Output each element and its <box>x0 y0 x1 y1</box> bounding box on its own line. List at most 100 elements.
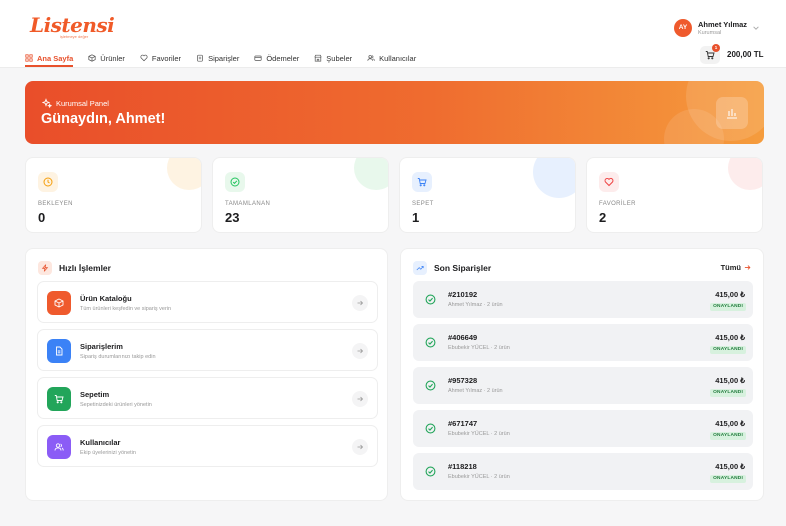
avatar: AY <box>674 19 692 37</box>
lightning-icon <box>41 264 49 272</box>
arrow-right-icon[interactable] <box>352 295 368 311</box>
heart-icon <box>140 54 148 62</box>
nav-item-orders[interactable]: Siparişler <box>196 50 254 66</box>
stat-value: 2 <box>599 210 607 225</box>
arrow-right-icon[interactable] <box>352 391 368 407</box>
stat-icon-tile <box>225 172 245 192</box>
order-meta: Ebubekir YÜCEL · 2 ürün <box>448 345 510 351</box>
status-badge: ONAYLANDI <box>710 389 746 397</box>
order-meta: Ebubekir YÜCEL · 2 ürün <box>448 431 510 437</box>
quick-action-title: Ürün Kataloğu <box>80 294 132 303</box>
clock-icon <box>43 177 53 187</box>
arrow-right-icon[interactable] <box>352 439 368 455</box>
cart-summary[interactable]: 1 200,00 TL <box>700 44 772 64</box>
stat-label: FAVORİLER <box>599 201 636 207</box>
main-nav: Ana Sayfa Ürünler Favoriler Siparişler Ö… <box>25 50 431 68</box>
stat-decoration <box>167 158 201 190</box>
order-row[interactable]: #210192 Ahmet Yılmaz · 2 ürün 415,00 ₺ O… <box>413 281 753 318</box>
trending-up-icon <box>416 266 424 271</box>
user-name: Ahmet Yılmaz <box>698 20 748 29</box>
user-role: Kurumsal <box>698 30 722 36</box>
check-circle-icon <box>425 337 436 348</box>
order-row[interactable]: #957328 Ahmet Yılmaz · 2 ürün 415,00 ₺ O… <box>413 367 753 404</box>
nav-item-home[interactable]: Ana Sayfa <box>25 50 88 67</box>
logo-tagline: işletmeye değer <box>60 34 89 39</box>
order-amount: 415,00 ₺ <box>715 290 745 299</box>
nav-item-products[interactable]: Ürünler <box>88 50 140 66</box>
banner-tag: Kurumsal Panel <box>42 98 109 108</box>
stat-value: 23 <box>225 210 240 225</box>
order-row[interactable]: #406649 Ebubekir YÜCEL · 2 ürün 415,00 ₺… <box>413 324 753 361</box>
quick-action-desc: Sipariş durumlarınızı takip edin <box>80 354 156 360</box>
users-icon <box>54 443 64 451</box>
greeting-title: Günaydın, Ahmet! <box>41 111 166 127</box>
quick-action-desc: Sepetinizdeki ürünleri yönetin <box>80 402 152 408</box>
check-circle-icon <box>230 177 240 187</box>
arrow-right-icon <box>744 265 751 270</box>
order-row[interactable]: #118218 Ebubekir YÜCEL · 2 ürün 415,00 ₺… <box>413 453 753 490</box>
stat-icon-tile <box>38 172 58 192</box>
view-all-orders-link[interactable]: Tümü <box>721 263 751 272</box>
cart-icon <box>417 178 427 187</box>
quick-action-title: Kullanıcılar <box>80 438 121 447</box>
quick-action-orders[interactable]: Siparişlerim Sipariş durumlarınızı takip… <box>37 329 378 371</box>
panel-icon-tile <box>413 261 427 275</box>
nav-item-branches[interactable]: Şubeler <box>314 50 367 66</box>
order-meta: Ahmet Yılmaz · 2 ürün <box>448 302 503 308</box>
clipboard-icon <box>197 54 203 62</box>
cart-count-badge: 1 <box>712 44 720 52</box>
arrow-right-icon[interactable] <box>352 343 368 359</box>
nav-label: Ana Sayfa <box>37 53 74 63</box>
cart-total: 200,00 TL <box>727 50 764 59</box>
stat-decoration <box>728 158 762 190</box>
stat-value: 0 <box>38 210 46 225</box>
welcome-banner: Kurumsal Panel Günaydın, Ahmet! <box>25 81 764 144</box>
status-badge: ONAYLANDI <box>710 346 746 354</box>
order-number: #671747 <box>448 419 478 428</box>
check-circle-icon <box>425 380 436 391</box>
nav-item-favorites[interactable]: Favoriler <box>140 50 196 66</box>
stat-label: BEKLEYEN <box>38 201 73 207</box>
quick-action-title: Siparişlerim <box>80 342 123 351</box>
order-row[interactable]: #671747 Ebubekir YÜCEL · 2 ürün 415,00 ₺… <box>413 410 753 447</box>
check-circle-icon <box>425 466 436 477</box>
panel-header: Son Siparişler <box>413 261 491 275</box>
quick-action-icon-tile <box>47 291 71 315</box>
cart-button[interactable]: 1 <box>700 44 720 64</box>
order-number: #118218 <box>448 462 477 471</box>
order-number: #210192 <box>448 290 478 299</box>
quick-action-catalog[interactable]: Ürün Kataloğu Tüm ürünleri keşfedin ve s… <box>37 281 378 323</box>
quick-action-icon-tile <box>47 387 71 411</box>
order-amount: 415,00 ₺ <box>715 376 745 385</box>
store-icon <box>314 54 322 62</box>
credit-card-icon <box>254 55 262 61</box>
quick-action-icon-tile <box>47 339 71 363</box>
grid-icon <box>25 54 33 62</box>
banner-tag-label: Kurumsal Panel <box>56 98 109 108</box>
box-icon <box>88 54 96 62</box>
nav-label: Şubeler <box>326 53 353 63</box>
view-all-label: Tümü <box>720 263 741 272</box>
sparkle-icon <box>42 98 52 108</box>
order-amount: 415,00 ₺ <box>715 462 745 471</box>
nav-label: Kullanıcılar <box>379 53 417 63</box>
stat-icon-tile <box>412 172 432 192</box>
quick-action-icon-tile <box>47 435 71 459</box>
nav-item-payments[interactable]: Ödemeler <box>254 50 314 66</box>
stat-card-cart[interactable]: SEPET 1 <box>399 157 576 233</box>
check-circle-icon <box>425 294 436 305</box>
heart-icon <box>604 177 614 187</box>
quick-action-cart[interactable]: Sepetim Sepetinizdeki ürünleri yönetin <box>37 377 378 419</box>
quick-actions-panel: Hızlı İşlemler Ürün Kataloğu Tüm ürünler… <box>25 248 388 501</box>
quick-action-desc: Ekip üyelerinizi yönetin <box>80 450 136 456</box>
nav-item-users[interactable]: Kullanıcılar <box>367 50 431 66</box>
stat-card-favorites[interactable]: FAVORİLER 2 <box>586 157 763 233</box>
stat-label: SEPET <box>412 201 434 207</box>
recent-orders-panel: Son Siparişler Tümü #210192 Ahmet Yılmaz… <box>400 248 764 501</box>
cart-icon <box>54 395 64 404</box>
stat-decoration <box>533 158 575 198</box>
quick-action-users[interactable]: Kullanıcılar Ekip üyelerinizi yönetin <box>37 425 378 467</box>
stat-card-completed[interactable]: TAMAMLANAN 23 <box>212 157 389 233</box>
stat-card-pending[interactable]: BEKLEYEN 0 <box>25 157 202 233</box>
status-badge: ONAYLANDI <box>710 432 746 440</box>
